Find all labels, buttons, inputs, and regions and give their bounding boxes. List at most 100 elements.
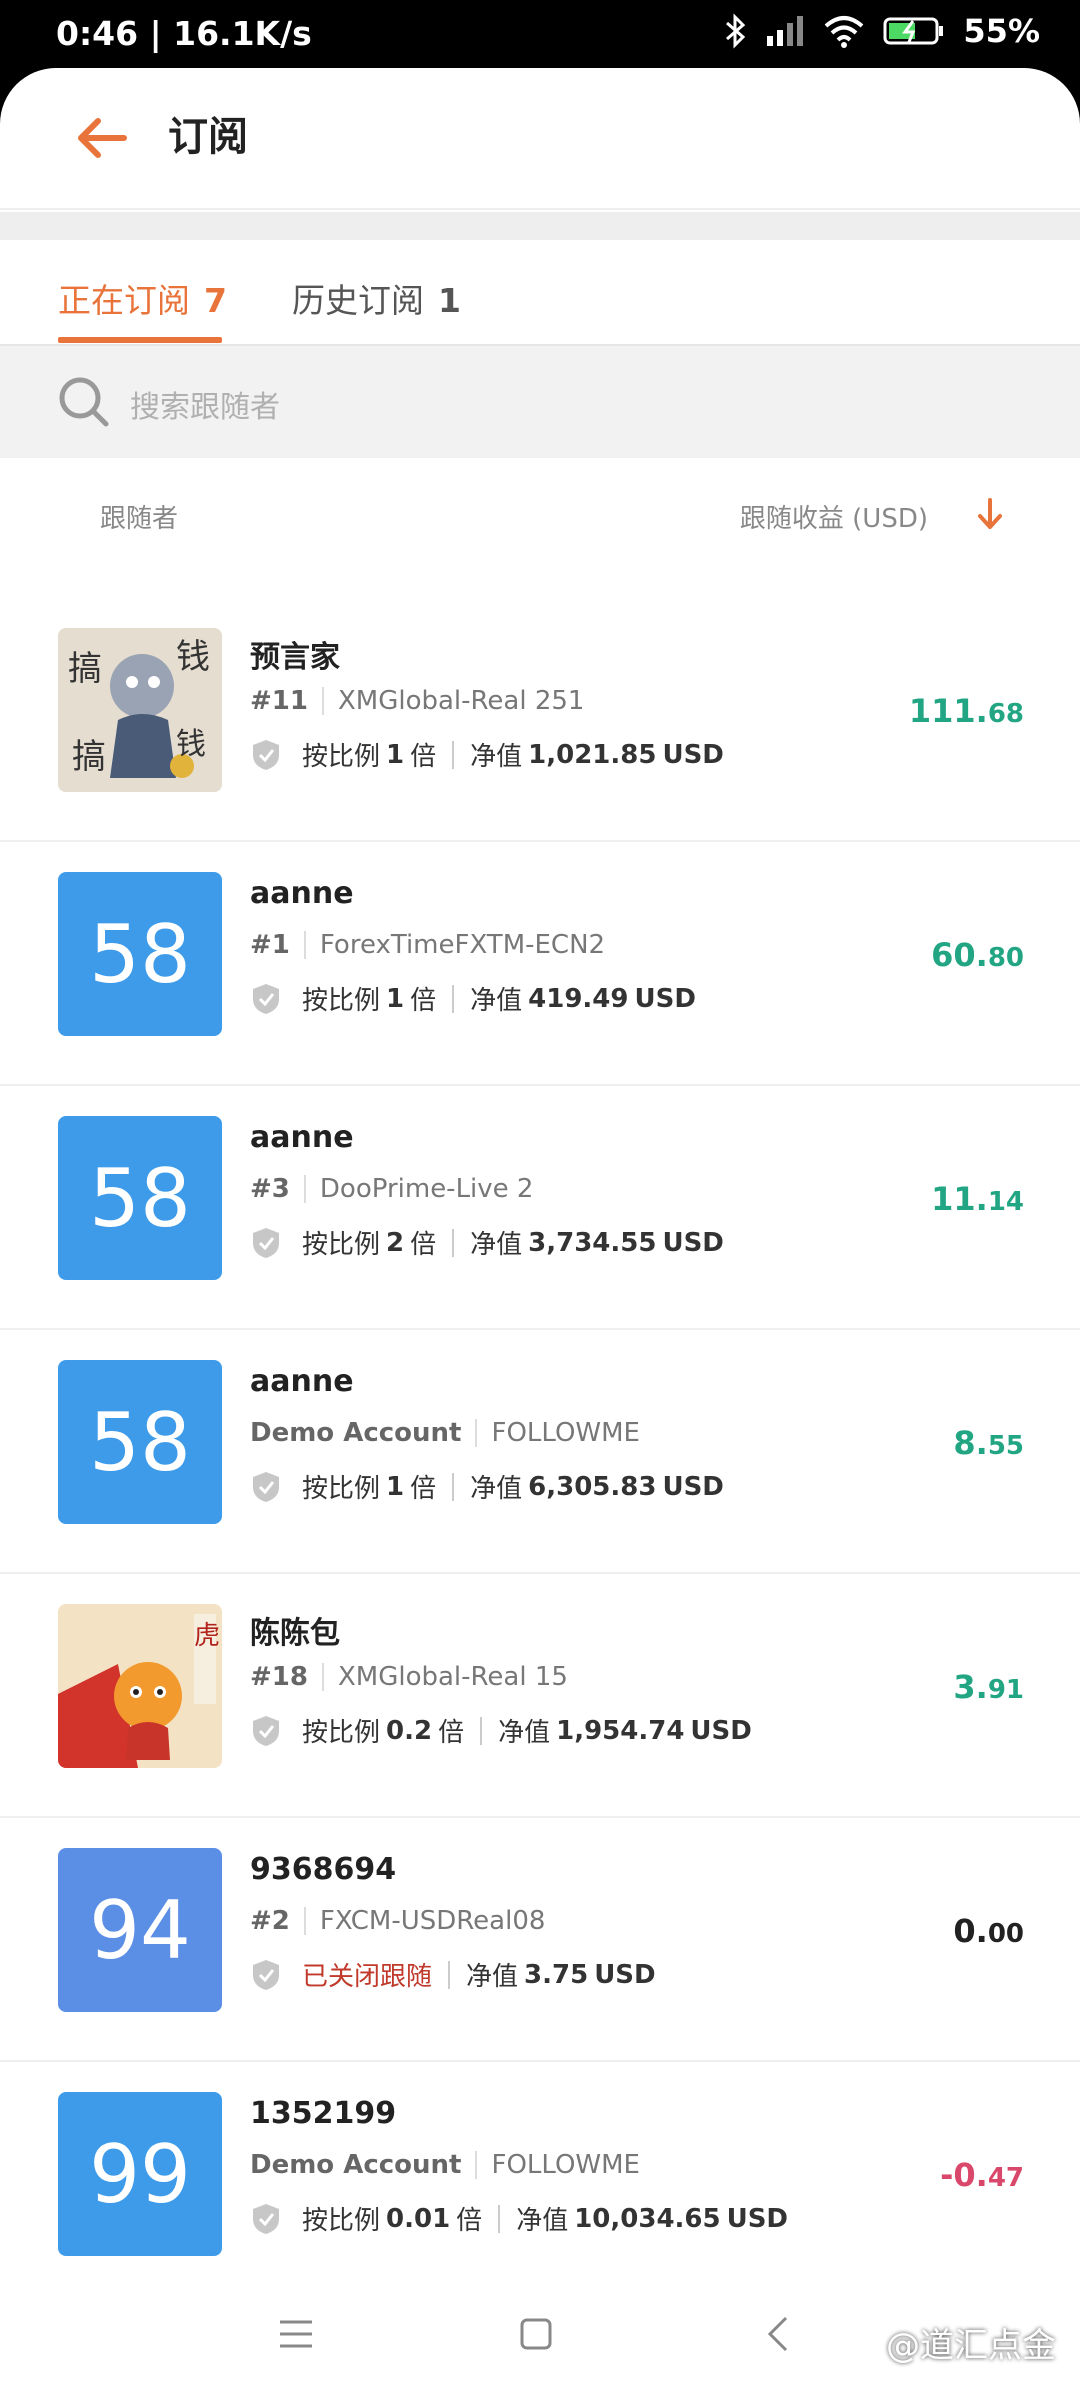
account-name: FOLLOWME — [491, 2150, 640, 2180]
shield-icon — [253, 739, 279, 770]
account-info: #2 FXCM-USDReal08 — [250, 1906, 545, 1936]
svg-text:搞: 搞 — [72, 737, 106, 777]
profit-value: 8.55 — [953, 1424, 1024, 1462]
bluetooth-icon — [726, 13, 746, 49]
cartoon-cat-avatar-image: 搞 钱 搞 钱 — [58, 628, 222, 792]
tab-count: 7 — [204, 281, 227, 320]
avatar: 58 — [58, 1360, 222, 1524]
ratio-unit: 倍 — [410, 1230, 437, 1260]
avatar: 虎 — [58, 1604, 222, 1768]
equity-label: 净值 — [498, 1718, 551, 1748]
equity-label: 净值 — [470, 1230, 523, 1260]
avatar: 99 — [58, 2092, 222, 2256]
shield-icon — [253, 1715, 279, 1746]
follow-settings: 已关闭跟随 净值 3.75 USD — [250, 1956, 656, 1993]
list-item[interactable]: 虎 陈陈包 #18 XMGlobal-Real 15 按比例 0.2 倍 净值 1,95… — [0, 1574, 1080, 1818]
column-profit[interactable]: 跟随收益 (USD) — [740, 498, 928, 535]
account-name: XMGlobal-Real 251 — [337, 686, 585, 716]
currency: USD — [662, 739, 724, 770]
rank: #2 — [250, 1906, 290, 1936]
shield-icon — [253, 1471, 279, 1502]
list-item[interactable]: 94 9368694 #2 FXCM-USDReal08 已关闭跟随 净值 3.75… — [0, 1818, 1080, 2062]
equity-label: 净值 — [470, 986, 523, 1016]
equity-value: 419.49 — [528, 983, 629, 1014]
tab-label: 历史订阅 — [292, 281, 424, 320]
account-info: #18 XMGlobal-Real 15 — [250, 1662, 568, 1692]
follower-list: 搞 钱 搞 钱 预言家 #11 XMGlobal-Real 251 按比例 1 倍 净… — [0, 598, 1080, 2306]
list-item[interactable]: 搞 钱 搞 钱 预言家 #11 XMGlobal-Real 251 按比例 1 倍 净… — [0, 598, 1080, 842]
ratio-label: 按比例 — [302, 1718, 381, 1748]
home-square-icon[interactable] — [512, 2310, 560, 2358]
ratio-value: 1 — [386, 1471, 405, 1502]
follow-settings: 按比例 1 倍 净值 6,305.83 USD — [250, 1468, 724, 1505]
follower-name: 预言家 — [250, 640, 340, 675]
list-item[interactable]: 58 aanne #1 ForexTimeFXTM-ECN2 按比例 1 倍 净值 41… — [0, 842, 1080, 1086]
closed-status: 已关闭跟随 — [302, 1962, 433, 1992]
shield-icon — [253, 1959, 279, 1990]
shield-icon — [253, 983, 279, 1014]
ratio-unit: 倍 — [438, 1718, 465, 1748]
currency: USD — [634, 983, 696, 1014]
sort-down-arrow-icon[interactable] — [972, 494, 1008, 534]
svg-text:钱: 钱 — [176, 637, 210, 677]
app-screen: 订阅 正在订阅 7 历史订阅 1 搜索跟随者 跟随者 跟随收益 (USD) 搞 … — [0, 68, 1080, 2400]
account-name: XMGlobal-Real 15 — [337, 1662, 568, 1692]
search-bar[interactable]: 搜索跟随者 — [0, 346, 1080, 458]
list-item[interactable]: 58 aanne Demo Account FOLLOWME 按比例 1 倍 净值 6,… — [0, 1330, 1080, 1574]
account-name: DooPrime-Live 2 — [319, 1174, 534, 1204]
equity-value: 3,734.55 — [528, 1227, 657, 1258]
equity-value: 10,034.65 — [574, 2203, 721, 2234]
ratio-value: 1 — [386, 739, 405, 770]
currency: USD — [594, 1959, 656, 1990]
equity-label: 净值 — [470, 1474, 523, 1504]
status-bar: 0:46 | 16.1K/s 55% — [0, 0, 1080, 68]
rank: #1 — [250, 930, 290, 960]
list-item[interactable]: 58 aanne #3 DooPrime-Live 2 按比例 2 倍 净值 3,734… — [0, 1086, 1080, 1330]
account-info: #11 XMGlobal-Real 251 — [250, 686, 584, 716]
rank: #11 — [250, 686, 308, 716]
battery-icon — [883, 17, 944, 45]
search-input[interactable]: 搜索跟随者 — [130, 382, 280, 426]
profit-value: 11.14 — [931, 1180, 1024, 1218]
ratio-unit: 倍 — [410, 1474, 437, 1504]
currency: USD — [662, 1471, 724, 1502]
follow-settings: 按比例 2 倍 净值 3,734.55 USD — [250, 1224, 724, 1261]
back-chevron-icon[interactable] — [756, 2310, 804, 2358]
divider-band — [0, 212, 1080, 240]
back-arrow-icon[interactable] — [72, 108, 132, 168]
ratio-unit: 倍 — [410, 742, 437, 772]
ratio-value: 0.01 — [386, 2203, 451, 2234]
account-name: ForexTimeFXTM-ECN2 — [319, 930, 606, 960]
tab-current-subscriptions[interactable]: 正在订阅 7 — [58, 274, 227, 322]
tab-label: 正在订阅 — [58, 281, 190, 320]
ratio-label: 按比例 — [302, 986, 381, 1016]
account-name: FOLLOWME — [491, 1418, 640, 1448]
watermark: @道汇点金 — [886, 2326, 1056, 2366]
rank: #18 — [250, 1662, 308, 1692]
account-info: #1 ForexTimeFXTM-ECN2 — [250, 930, 605, 960]
menu-icon[interactable] — [272, 2310, 320, 2358]
top-app-bar: 订阅 — [0, 68, 1080, 210]
currency: USD — [690, 1715, 752, 1746]
account-info: Demo Account FOLLOWME — [250, 2150, 640, 2180]
account-info: #3 DooPrime-Live 2 — [250, 1174, 533, 1204]
equity-label: 净值 — [470, 742, 523, 772]
ratio-value: 0.2 — [386, 1715, 433, 1746]
ratio-label: 按比例 — [302, 742, 381, 772]
rank: #3 — [250, 1174, 290, 1204]
profit-value: 0.00 — [953, 1912, 1024, 1950]
tab-history-subscriptions[interactable]: 历史订阅 1 — [292, 274, 461, 322]
follow-settings: 按比例 0.2 倍 净值 1,954.74 USD — [250, 1712, 752, 1749]
shield-icon — [253, 2203, 279, 2234]
ratio-label: 按比例 — [302, 1230, 381, 1260]
svg-text:虎: 虎 — [194, 1621, 220, 1651]
follow-settings: 按比例 0.01 倍 净值 10,034.65 USD — [250, 2200, 788, 2237]
rank: Demo Account — [250, 1418, 462, 1448]
signal-icon — [767, 16, 804, 46]
avatar: 58 — [58, 872, 222, 1036]
follower-name: aanne — [250, 876, 354, 911]
follower-name: aanne — [250, 1364, 354, 1399]
profit-value: 60.80 — [931, 936, 1024, 974]
equity-value: 1,021.85 — [528, 739, 657, 770]
currency: USD — [662, 1227, 724, 1258]
